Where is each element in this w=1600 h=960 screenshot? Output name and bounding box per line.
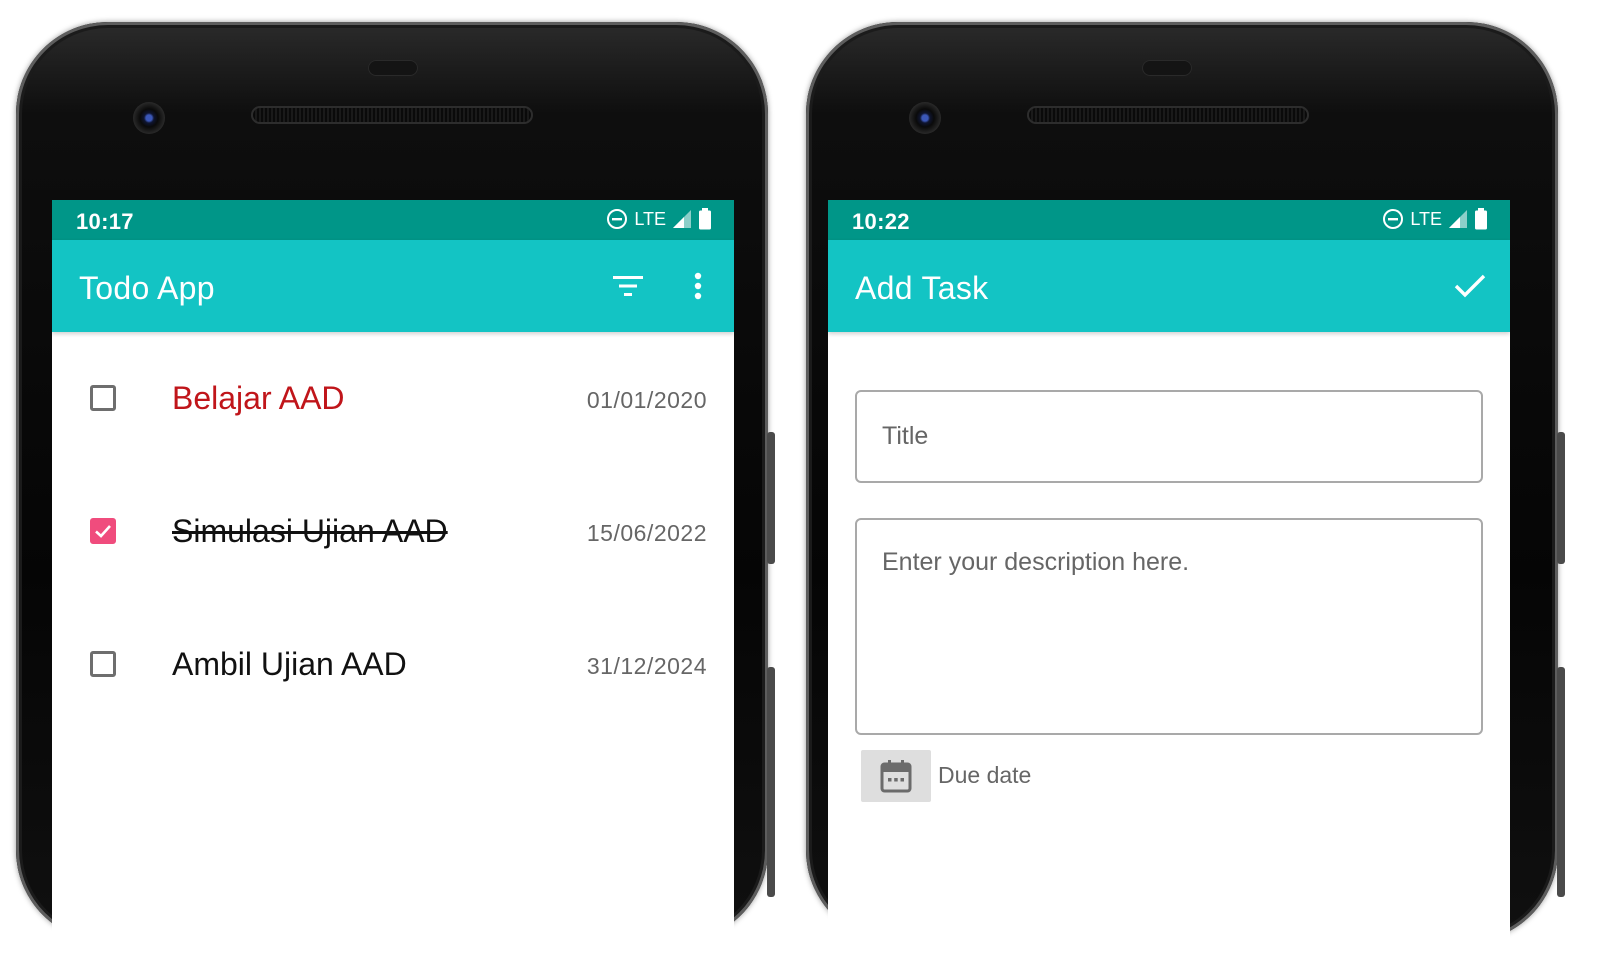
filter-button[interactable] (608, 266, 648, 306)
phone-frame-left: 10:17 LTE Todo App Belajar AAD 01/01/202… (16, 22, 775, 960)
task-checkbox[interactable] (90, 385, 116, 411)
power-button (767, 432, 775, 564)
due-date-button[interactable] (861, 750, 931, 802)
signal-icon (1449, 210, 1467, 228)
app-title: Todo App (79, 270, 215, 306)
more-vert-icon (694, 272, 702, 300)
due-date-label: Due date (938, 762, 1032, 788)
check-icon (1454, 274, 1486, 298)
battery-icon (1475, 208, 1487, 230)
task-due-date: 01/01/2020 (586, 387, 707, 413)
earpiece (1142, 60, 1192, 76)
todo-list-screen: 10:17 LTE Todo App Belajar AAD 01/01/202… (52, 200, 734, 960)
title-input[interactable]: Title (855, 390, 1483, 483)
checkmark-icon (95, 525, 111, 538)
task-item[interactable]: Belajar AAD 01/01/2020 (52, 332, 734, 465)
speaker-grille (251, 106, 533, 124)
task-checkbox[interactable] (90, 651, 116, 677)
network-type: LTE (1410, 208, 1442, 229)
add-task-screen: 10:22 LTE Add Task Title Enter your desc… (828, 200, 1510, 960)
earpiece (368, 60, 418, 76)
phone-frame-right: 10:22 LTE Add Task Title Enter your desc… (806, 22, 1565, 960)
volume-button (1557, 667, 1565, 897)
do-not-disturb-icon (607, 209, 628, 229)
battery-icon (699, 208, 711, 230)
app-bar: Todo App (52, 240, 734, 332)
power-button (1557, 432, 1565, 564)
status-time: 10:17 (76, 209, 134, 234)
volume-button (767, 667, 775, 897)
status-time: 10:22 (852, 209, 910, 234)
task-list: Belajar AAD 01/01/2020 Simulasi Ujian AA… (52, 332, 734, 731)
app-bar: Add Task (828, 240, 1510, 332)
task-item[interactable]: Simulasi Ujian AAD 15/06/2022 (52, 465, 734, 598)
task-checkbox[interactable] (90, 518, 116, 544)
status-icons: LTE (1382, 208, 1488, 230)
title-placeholder: Title (882, 422, 929, 450)
status-bar: 10:22 LTE (828, 200, 1510, 240)
filter-list-icon (613, 276, 643, 296)
task-item[interactable]: Ambil Ujian AAD 31/12/2024 (52, 598, 734, 731)
status-bar: 10:17 LTE (52, 200, 734, 240)
status-icons: LTE (606, 208, 712, 230)
network-type: LTE (634, 208, 666, 229)
app-title: Add Task (855, 270, 989, 306)
speaker-grille (1027, 106, 1309, 124)
do-not-disturb-icon (1383, 209, 1404, 229)
signal-icon (673, 210, 691, 228)
task-due-date: 31/12/2024 (586, 653, 707, 679)
save-task-button[interactable] (1448, 266, 1492, 306)
more-options-button[interactable] (680, 266, 716, 306)
calendar-icon (880, 760, 912, 793)
task-title: Ambil Ujian AAD (172, 646, 407, 682)
task-due-date: 15/06/2022 (586, 520, 707, 546)
front-camera (133, 102, 165, 134)
description-placeholder: Enter your description here. (882, 548, 1190, 576)
task-title: Belajar AAD (172, 380, 345, 416)
front-camera (909, 102, 941, 134)
task-title: Simulasi Ujian AAD (172, 513, 448, 549)
description-input[interactable]: Enter your description here. (855, 518, 1483, 735)
